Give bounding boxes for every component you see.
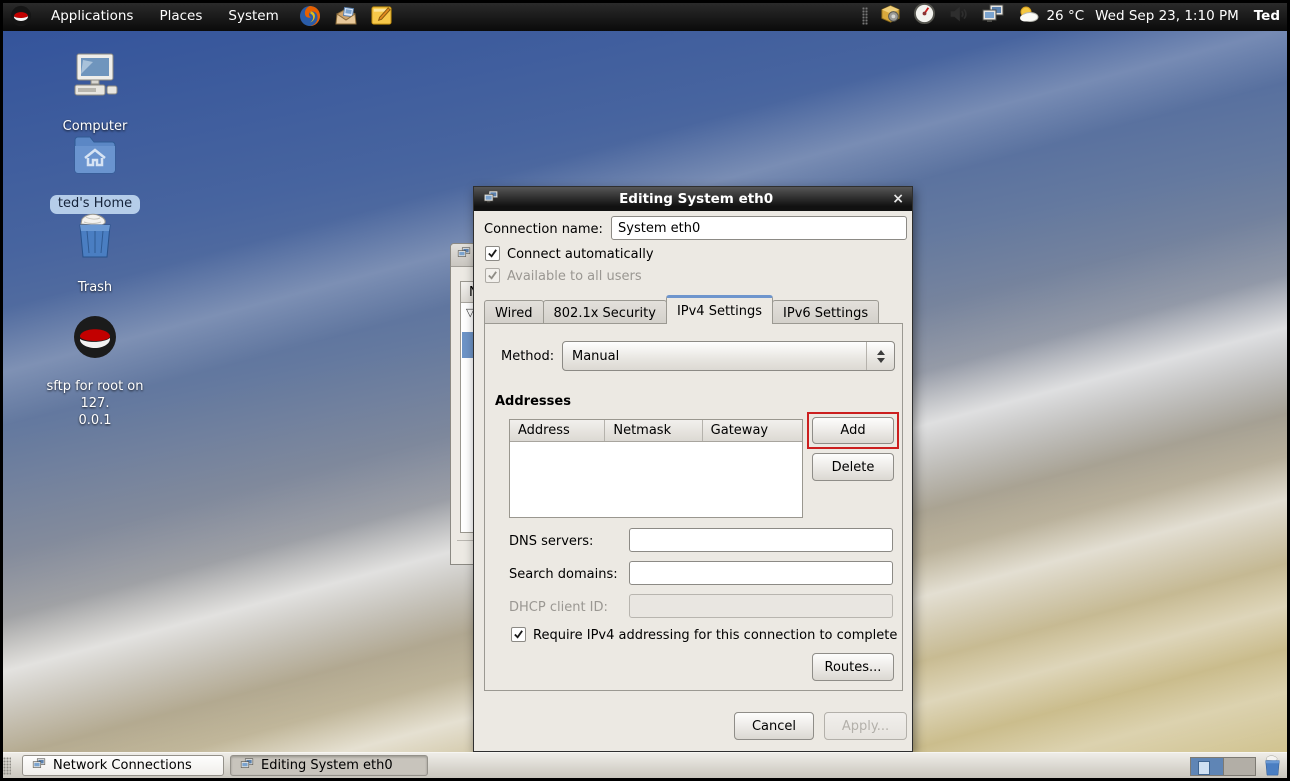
- spinner-icon: [866, 342, 894, 370]
- tab-ipv6-settings[interactable]: IPv6 Settings: [772, 300, 879, 325]
- editing-system-eth0-dialog: Editing System eth0 × Connection name: C…: [473, 186, 913, 752]
- dns-servers-label: DNS servers:: [509, 534, 593, 549]
- trash-desktop-icon: [35, 213, 155, 261]
- taskbar-network-connections[interactable]: Network Connections: [22, 755, 224, 776]
- desktop-icon-sftp[interactable]: sftp for root on 127. 0.0.1: [35, 314, 155, 430]
- weather-icon[interactable]: [1017, 4, 1041, 28]
- tab-8021x-security[interactable]: 802.1x Security: [543, 300, 667, 325]
- taskbar-window-label: Network Connections: [53, 758, 192, 773]
- menu-system[interactable]: System: [215, 0, 291, 31]
- workspace-1[interactable]: [1191, 758, 1223, 775]
- network-window-icon: [239, 757, 255, 775]
- column-address[interactable]: Address: [510, 420, 605, 441]
- updates-icon[interactable]: [879, 2, 902, 29]
- taskbar-editing-system-eth0[interactable]: Editing System eth0: [230, 755, 428, 776]
- tab-wired[interactable]: Wired: [484, 300, 544, 325]
- connection-name-input[interactable]: [611, 216, 907, 240]
- column-gateway[interactable]: Gateway: [703, 420, 802, 441]
- available-to-all-users-label: Available to all users: [507, 269, 642, 284]
- column-netmask[interactable]: Netmask: [605, 420, 702, 441]
- dns-servers-input[interactable]: [629, 528, 893, 552]
- desktop-label: 0.0.1: [78, 413, 111, 430]
- temperature[interactable]: 26 °C: [1046, 8, 1084, 24]
- mail-icon[interactable]: [334, 4, 358, 28]
- search-domains-label: Search domains:: [509, 567, 618, 582]
- dhcp-client-id-label: DHCP client ID:: [509, 600, 608, 615]
- notes-icon[interactable]: [370, 4, 393, 27]
- method-label: Method:: [501, 349, 554, 364]
- delete-button[interactable]: Delete: [812, 453, 894, 481]
- addresses-table-header: Address Netmask Gateway: [510, 420, 802, 442]
- clock[interactable]: Wed Sep 23, 1:10 PM: [1095, 8, 1239, 24]
- computer-icon: [35, 52, 155, 100]
- add-button-highlight: Add: [807, 412, 899, 449]
- desktop-label: sftp for root on 127.: [35, 379, 155, 413]
- menu-places[interactable]: Places: [146, 0, 215, 31]
- available-to-all-users-checkbox: [485, 268, 500, 283]
- method-value: Manual: [572, 349, 619, 364]
- network-window-icon: [456, 246, 472, 264]
- window-list-grip[interactable]: [3, 757, 11, 775]
- apply-button: Apply...: [824, 712, 907, 740]
- dialog-title: Editing System eth0: [500, 191, 892, 207]
- connection-name-label: Connection name:: [484, 222, 603, 237]
- connect-automatically-label[interactable]: Connect automatically: [507, 247, 654, 262]
- desktop-icon-home[interactable]: ted's Home: [35, 132, 155, 214]
- panel-tray: 26 °C Wed Sep 23, 1:10 PM Ted: [862, 0, 1290, 31]
- connect-automatically-checkbox[interactable]: [485, 246, 500, 261]
- dialog-tabs: Wired 802.1x Security IPv4 Settings IPv6…: [484, 295, 878, 324]
- top-panel: Applications Places System: [0, 0, 1290, 31]
- network-window-icon: [31, 757, 47, 775]
- routes-button[interactable]: Routes...: [812, 653, 894, 681]
- volume-icon[interactable]: [947, 3, 969, 29]
- dhcp-client-id-input: [629, 594, 893, 618]
- desktop-icon-computer[interactable]: Computer: [35, 52, 155, 136]
- method-dropdown[interactable]: Manual: [562, 341, 895, 371]
- trash-applet-icon[interactable]: [1262, 755, 1283, 781]
- addresses-table[interactable]: Address Netmask Gateway: [509, 419, 803, 518]
- desktop-icon-trash[interactable]: Trash: [35, 213, 155, 297]
- addresses-heading: Addresses: [495, 394, 571, 409]
- dialog-titlebar[interactable]: Editing System eth0 ×: [474, 187, 912, 211]
- tab-ipv4-settings[interactable]: IPv4 Settings: [666, 295, 773, 324]
- gauge-icon[interactable]: [913, 2, 936, 29]
- home-folder-icon: [35, 132, 155, 176]
- require-ipv4-label[interactable]: Require IPv4 addressing for this connect…: [533, 628, 897, 643]
- user-menu[interactable]: Ted: [1254, 8, 1280, 24]
- require-ipv4-checkbox[interactable]: [511, 627, 526, 642]
- taskbar-window-label: Editing System eth0: [261, 758, 393, 773]
- sftp-redhat-icon: [35, 314, 155, 360]
- ipv4-settings-panel: Method: Manual Addresses Address Netmask…: [484, 323, 903, 691]
- cancel-button[interactable]: Cancel: [734, 712, 814, 740]
- menu-applications[interactable]: Applications: [38, 0, 146, 31]
- tray-handle: [862, 7, 868, 25]
- network-monitors-icon[interactable]: [980, 2, 1006, 30]
- network-window-icon: [482, 189, 500, 209]
- bottom-taskbar: Network Connections Editing System eth0: [0, 752, 1290, 778]
- close-icon[interactable]: ×: [892, 192, 904, 206]
- workspace-2[interactable]: [1223, 758, 1256, 775]
- search-domains-input[interactable]: [629, 561, 893, 585]
- firefox-icon[interactable]: [298, 4, 322, 28]
- screen: Applications Places System: [0, 0, 1290, 781]
- panel-menus: Applications Places System: [0, 0, 399, 31]
- workspace-switcher[interactable]: [1190, 757, 1256, 776]
- desktop-label: ted's Home: [50, 195, 140, 214]
- redhat-menu-icon[interactable]: [10, 5, 32, 27]
- add-button[interactable]: Add: [812, 417, 894, 444]
- desktop-label: Trash: [78, 280, 112, 297]
